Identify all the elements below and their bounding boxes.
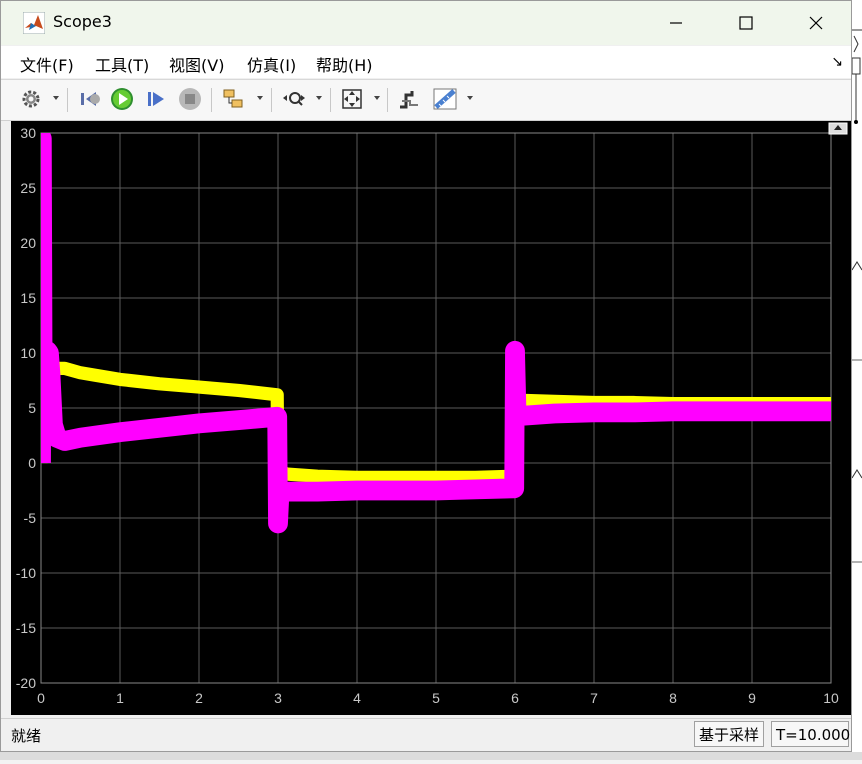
minimize-icon	[670, 22, 682, 24]
title-bar[interactable]: Scope3	[1, 1, 851, 45]
menu-bar: 文件(F) 工具(T) 视图(V) 仿真(I) 帮助(H) ↘	[1, 46, 851, 78]
settings-button[interactable]	[18, 86, 44, 112]
zoom-icon	[283, 92, 305, 106]
x-tick-label: 1	[116, 690, 124, 706]
scope-window: Scope3 文件(F) 工具(T) 视图(V) 仿真(I) 帮助(H) ↘ 0…	[0, 0, 852, 752]
y-tick-label: 10	[20, 345, 36, 361]
minimize-button[interactable]	[641, 1, 711, 45]
step-forward-button[interactable]	[143, 86, 169, 112]
highlight-icon	[223, 89, 243, 108]
measurements-button[interactable]	[431, 86, 459, 112]
settings-icon	[22, 90, 40, 108]
dock-arrow-icon[interactable]: ↘	[831, 54, 843, 70]
fit-to-view-button[interactable]	[339, 86, 365, 112]
fit-to-view-icon	[342, 89, 362, 109]
fit-dropdown-icon[interactable]	[374, 96, 380, 100]
sample-mode-indicator: 基于采样	[694, 721, 765, 747]
measurements-icon	[433, 88, 457, 110]
status-ready: 就绪	[11, 727, 42, 745]
x-tick-label: 4	[353, 690, 361, 706]
x-tick-label: 0	[37, 690, 45, 706]
highlight-button[interactable]	[221, 86, 247, 112]
x-tick-label: 9	[748, 690, 756, 706]
run-icon	[111, 88, 133, 110]
menu-view[interactable]: 视图(V)	[169, 52, 224, 76]
zoom-button[interactable]	[281, 86, 307, 112]
x-tick-label: 6	[511, 690, 519, 706]
y-tick-label: -15	[16, 620, 36, 636]
close-icon	[809, 16, 823, 30]
window-title: Scope3	[53, 12, 112, 31]
stop-button[interactable]	[177, 86, 203, 112]
x-tick-label: 10	[823, 690, 839, 706]
measurements-dropdown-icon[interactable]	[467, 96, 473, 100]
x-tick-label: 5	[432, 690, 440, 706]
settings-dropdown-icon[interactable]	[53, 96, 59, 100]
step-forward-icon	[148, 92, 164, 106]
y-tick-label: -20	[16, 675, 36, 691]
step-back-icon	[81, 92, 100, 106]
highlight-dropdown-icon[interactable]	[257, 96, 263, 100]
y-tick-label: -5	[24, 510, 37, 526]
x-tick-label: 2	[195, 690, 203, 706]
zoom-dropdown-icon[interactable]	[316, 96, 322, 100]
matlab-icon	[23, 12, 45, 34]
run-button[interactable]	[109, 86, 135, 112]
triggers-icon	[400, 91, 418, 109]
y-tick-label: -10	[16, 565, 36, 581]
x-tick-label: 3	[274, 690, 282, 706]
menu-simulation[interactable]: 仿真(I)	[247, 52, 296, 76]
triggers-button[interactable]	[396, 86, 422, 112]
background-window-edge	[851, 0, 862, 760]
x-tick-label: 7	[590, 690, 598, 706]
toolbar	[1, 79, 851, 121]
step-back-button[interactable]	[77, 86, 103, 112]
close-button[interactable]	[781, 1, 851, 45]
stop-icon	[179, 88, 201, 110]
status-bar: 就绪 基于采样 T=10.000	[1, 718, 851, 751]
maximize-icon	[739, 16, 753, 30]
simulation-time: T=10.000	[771, 721, 850, 747]
scope-chart[interactable]: 0 1 2 3 4 5 6 7 8 9 10 -20 -15 -10 -5 0 5 10 15 20 25 30	[11, 121, 851, 715]
y-tick-label: 30	[20, 125, 36, 141]
maximize-button[interactable]	[711, 1, 781, 45]
x-tick-label: 8	[669, 690, 677, 706]
menu-tools[interactable]: 工具(T)	[95, 52, 149, 76]
y-tick-label: 5	[28, 400, 36, 416]
menu-file[interactable]: 文件(F)	[20, 52, 74, 76]
y-tick-label: 0	[28, 455, 36, 471]
plot-area[interactable]: 0 1 2 3 4 5 6 7 8 9 10 -20 -15 -10 -5 0 5 10 15 20 25 30	[11, 121, 851, 715]
y-tick-label: 25	[20, 180, 36, 196]
menu-help[interactable]: 帮助(H)	[316, 52, 373, 76]
y-tick-label: 15	[20, 290, 36, 306]
y-tick-label: 20	[20, 235, 36, 251]
